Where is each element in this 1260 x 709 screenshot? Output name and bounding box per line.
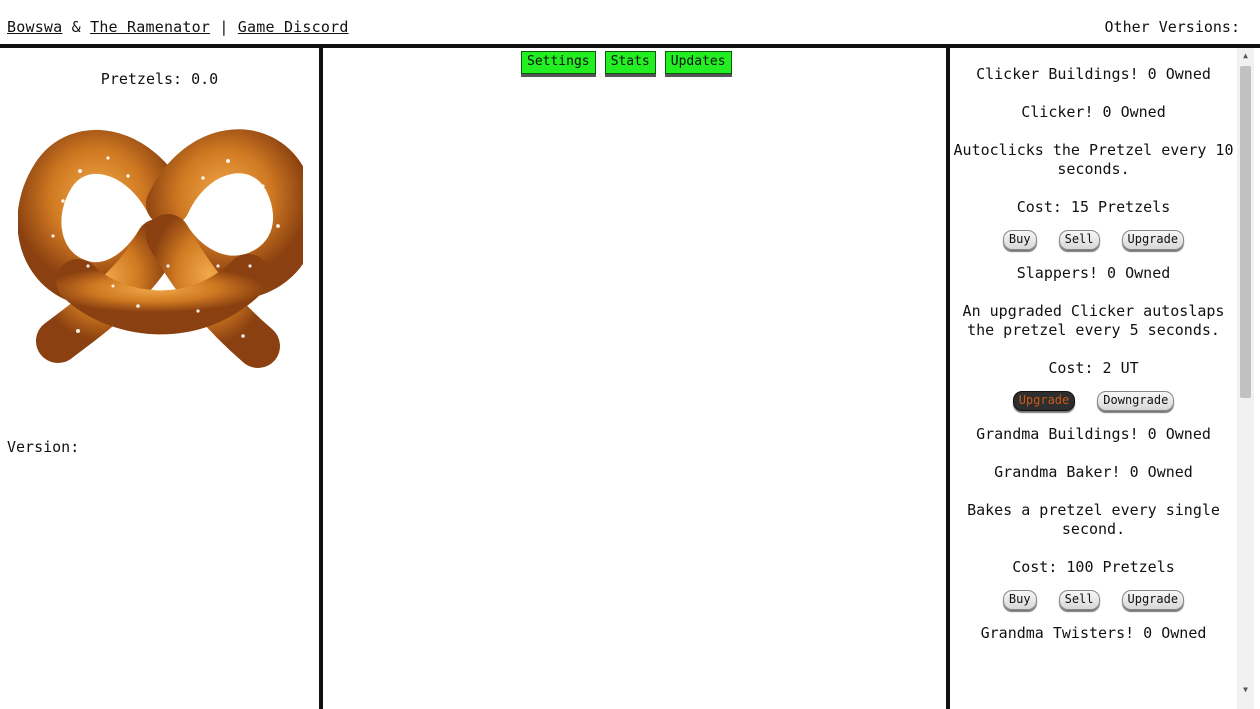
middle-panel: Settings Stats Updates	[323, 48, 946, 709]
grandma-baker-description: Bakes a pretzel every single second.	[967, 501, 1220, 538]
slappers-actions: Upgrade Downgrade	[950, 391, 1237, 411]
tab-updates[interactable]: Updates	[664, 51, 732, 74]
clicker-cost: Cost: 15 Pretzels	[1016, 198, 1171, 216]
tab-bar: Settings Stats Updates	[521, 51, 732, 74]
slappers-cost: Cost: 2 UT	[1048, 359, 1139, 377]
pretzel-button[interactable]	[17, 116, 317, 391]
slappers-downgrade-button[interactable]: Downgrade	[1097, 391, 1175, 411]
clicker-title: Clicker! 0 Owned	[1021, 103, 1166, 121]
clicker-actions: Buy Sell Upgrade	[950, 230, 1237, 250]
authors-link[interactable]: Bowswa	[7, 18, 62, 36]
separator: |	[210, 18, 238, 36]
tab-settings[interactable]: Settings	[521, 51, 596, 74]
shop-scrollbar[interactable]: ▲ ▼	[1237, 48, 1254, 709]
ramenator-link[interactable]: The Ramenator	[90, 18, 210, 36]
grandma-upgrade-button[interactable]: Upgrade	[1121, 590, 1185, 610]
discord-link[interactable]: Game Discord	[238, 18, 349, 36]
pretzel-icon	[17, 129, 317, 368]
scroll-up-arrow-icon[interactable]: ▲	[1237, 51, 1254, 63]
left-panel: Pretzels: 0.0 Version:	[0, 48, 319, 709]
clicker-sell-button[interactable]: Sell	[1058, 230, 1100, 250]
amp-text: &	[62, 18, 91, 36]
top-bar: Bowswa & The Ramenator | Game Discord Ot…	[0, 0, 1260, 44]
scroll-thumb[interactable]	[1240, 66, 1251, 398]
grandma-baker-cost: Cost: 100 Pretzels	[1012, 558, 1175, 576]
slappers-title: Slappers! 0 Owned	[1016, 264, 1171, 282]
version-label: Version:	[7, 438, 80, 456]
clicker-upgrade-button[interactable]: Upgrade	[1121, 230, 1185, 250]
tab-stats[interactable]: Stats	[604, 51, 656, 74]
grandma-baker-title: Grandma Baker! 0 Owned	[994, 463, 1193, 481]
clicker-description: Autoclicks the Pretzel every 10 seconds.	[953, 141, 1234, 178]
header-links: Bowswa & The Ramenator | Game Discord	[7, 18, 349, 36]
scroll-down-arrow-icon[interactable]: ▼	[1237, 685, 1254, 697]
shop-list: Clicker Buildings! 0 Owned Clicker! 0 Ow…	[950, 48, 1237, 643]
grandma-twisters-title: Grandma Twisters! 0 Owned	[980, 624, 1207, 642]
grandma-sell-button[interactable]: Sell	[1058, 590, 1100, 610]
grandma-buy-button[interactable]: Buy	[1002, 590, 1037, 610]
slappers-upgrade-button[interactable]: Upgrade	[1012, 391, 1076, 411]
clicker-buy-button[interactable]: Buy	[1002, 230, 1037, 250]
grandma-buildings-heading: Grandma Buildings! 0 Owned	[976, 425, 1211, 443]
grandma-baker-actions: Buy Sell Upgrade	[950, 590, 1237, 610]
other-versions-label: Other Versions:	[1104, 18, 1240, 36]
slappers-description: An upgraded Clicker autoslaps the pretze…	[962, 302, 1225, 339]
clicker-buildings-heading: Clicker Buildings! 0 Owned	[976, 65, 1211, 83]
shop-panel: Clicker Buildings! 0 Owned Clicker! 0 Ow…	[950, 48, 1237, 709]
pretzel-count: Pretzels: 0.0	[100, 70, 219, 88]
